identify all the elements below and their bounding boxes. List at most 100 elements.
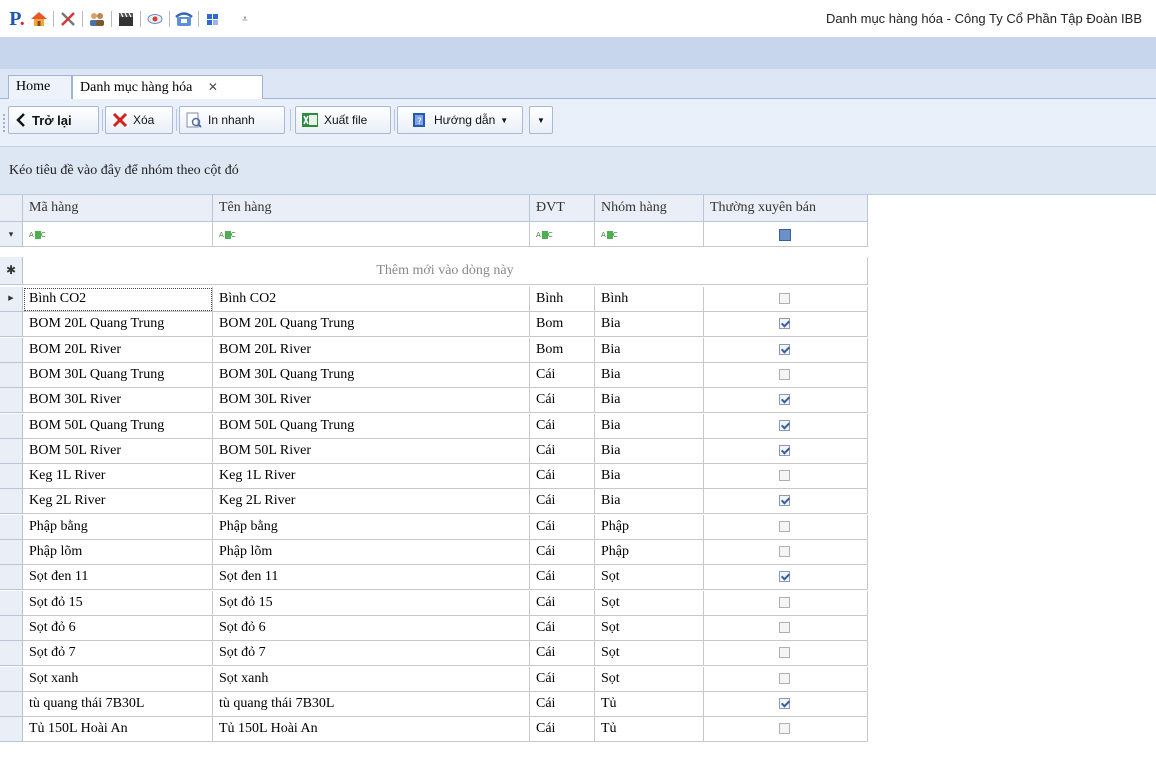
row-indicator[interactable]: [0, 388, 23, 414]
tab-home[interactable]: Home: [8, 75, 72, 99]
close-icon[interactable]: ✕: [208, 76, 218, 98]
row-indicator[interactable]: [0, 514, 23, 540]
cell-ma-hang[interactable]: Sọt đen 11: [23, 565, 213, 591]
row-indicator[interactable]: [0, 337, 23, 363]
cell-dvt[interactable]: Cái: [530, 362, 595, 388]
row-indicator[interactable]: [0, 438, 23, 464]
thuong-xuyen-ban-checkbox[interactable]: [779, 318, 790, 330]
cell-dvt[interactable]: Cái: [530, 388, 595, 414]
column-header-ten-hang[interactable]: Tên hàng: [213, 195, 530, 222]
filter-nhom-hang[interactable]: AC: [595, 222, 704, 247]
cell-dvt[interactable]: Cái: [530, 464, 595, 490]
windows-icon[interactable]: [202, 9, 224, 29]
column-header-dvt[interactable]: ĐVT: [530, 195, 595, 222]
new-row-prompt[interactable]: Thêm mới vào dòng này: [23, 257, 868, 285]
cell-nhom-hang[interactable]: Bia: [595, 438, 704, 464]
back-button[interactable]: Trở lại: [8, 106, 99, 134]
users-icon[interactable]: [86, 9, 108, 29]
cell-ten-hang[interactable]: Sọt xanh: [213, 666, 530, 692]
cell-nhom-hang[interactable]: Bia: [595, 388, 704, 414]
cell-ma-hang[interactable]: BOM 30L Quang Trung: [23, 362, 213, 388]
thuong-xuyen-ban-checkbox[interactable]: [779, 419, 790, 431]
delete-button[interactable]: Xóa: [105, 106, 173, 134]
cell-ma-hang[interactable]: Keg 1L River: [23, 464, 213, 490]
cell-dvt[interactable]: Bom: [530, 312, 595, 338]
cell-ten-hang[interactable]: BOM 30L River: [213, 388, 530, 414]
thuong-xuyen-ban-checkbox[interactable]: [779, 394, 790, 406]
row-indicator[interactable]: [0, 413, 23, 439]
thuong-xuyen-ban-checkbox[interactable]: [779, 596, 790, 608]
thuong-xuyen-ban-checkbox[interactable]: [779, 546, 790, 557]
cell-nhom-hang[interactable]: Sọt: [595, 641, 704, 667]
cell-nhom-hang[interactable]: Bia: [595, 312, 704, 338]
cell-dvt[interactable]: Cái: [530, 615, 595, 641]
tools-icon[interactable]: [57, 9, 79, 29]
cell-dvt[interactable]: Cái: [530, 666, 595, 692]
cell-ten-hang[interactable]: BOM 20L River: [213, 337, 530, 363]
cell-ma-hang[interactable]: Sọt đỏ 6: [23, 615, 213, 641]
thuong-xuyen-ban-checkbox[interactable]: [779, 444, 790, 456]
table-row[interactable]: BOM 30L Quang Trung BOM 30L Quang Trung Cá…: [0, 362, 868, 388]
thuong-xuyen-ban-checkbox[interactable]: [779, 723, 790, 735]
cell-ma-hang[interactable]: tù quang thái 7B30L: [23, 691, 213, 717]
thuong-xuyen-ban-checkbox[interactable]: [779, 571, 790, 583]
column-header-ma-hang[interactable]: Mã hàng: [23, 195, 213, 222]
cell-dvt[interactable]: Cái: [530, 489, 595, 515]
cell-nhom-hang[interactable]: Tủ: [595, 717, 704, 743]
table-row[interactable]: BOM 30L River BOM 30L River Cái Bia: [0, 388, 868, 414]
cell-ma-hang[interactable]: Bình CO2: [23, 287, 213, 312]
cell-ma-hang[interactable]: BOM 20L River: [23, 337, 213, 363]
row-indicator[interactable]: [0, 464, 23, 490]
cell-ten-hang[interactable]: BOM 20L Quang Trung: [213, 312, 530, 338]
thuong-xuyen-ban-checkbox[interactable]: [779, 343, 790, 355]
toolbar-grip-icon[interactable]: [2, 113, 6, 133]
row-indicator[interactable]: [0, 489, 23, 515]
cell-ma-hang[interactable]: Phập lõm: [23, 540, 213, 565]
filter-ma-hang[interactable]: AC: [23, 222, 213, 247]
table-row[interactable]: Sọt xanh Sọt xanh Cái Sọt: [0, 666, 868, 692]
cell-nhom-hang[interactable]: Bình: [595, 287, 704, 312]
thuong-xuyen-ban-checkbox[interactable]: [779, 470, 790, 482]
table-row[interactable]: BOM 50L Quang Trung BOM 50L Quang Trung Cá…: [0, 413, 868, 439]
row-indicator[interactable]: [0, 615, 23, 641]
row-indicator[interactable]: [0, 362, 23, 388]
app-logo[interactable]: P.: [6, 9, 28, 29]
filter-thuong-xuyen-ban[interactable]: [704, 222, 868, 247]
cell-dvt[interactable]: Bom: [530, 337, 595, 363]
cell-ten-hang[interactable]: BOM 50L River: [213, 438, 530, 464]
cell-dvt[interactable]: Cái: [530, 438, 595, 464]
customize-arrow-icon[interactable]: ⩡: [234, 9, 256, 29]
row-indicator[interactable]: [0, 590, 23, 616]
cell-nhom-hang[interactable]: Sọt: [595, 666, 704, 692]
cell-ten-hang[interactable]: Keg 2L River: [213, 489, 530, 515]
cell-dvt[interactable]: Cái: [530, 413, 595, 439]
filter-checkbox[interactable]: [779, 229, 791, 241]
row-indicator[interactable]: [0, 540, 23, 565]
cell-ma-hang[interactable]: Tủ 150L Hoài An: [23, 717, 213, 743]
table-row[interactable]: Sọt đỏ 6 Sọt đỏ 6 Cái Sọt: [0, 615, 868, 641]
cell-ma-hang[interactable]: Sọt đỏ 15: [23, 590, 213, 616]
cell-dvt[interactable]: Cái: [530, 565, 595, 591]
cell-ten-hang[interactable]: Tủ 150L Hoài An: [213, 717, 530, 743]
clapper-icon[interactable]: [115, 9, 137, 29]
phone-icon[interactable]: [173, 9, 195, 29]
cell-nhom-hang[interactable]: Bia: [595, 337, 704, 363]
cell-ten-hang[interactable]: Sọt đen 11: [213, 565, 530, 591]
cell-dvt[interactable]: Cái: [530, 514, 595, 540]
cell-ma-hang[interactable]: BOM 30L River: [23, 388, 213, 414]
row-indicator[interactable]: [0, 691, 23, 717]
current-row-arrow-icon[interactable]: ▶: [0, 287, 23, 312]
cell-ten-hang[interactable]: Phập lõm: [213, 540, 530, 565]
thuong-xuyen-ban-checkbox[interactable]: [779, 368, 790, 380]
cell-nhom-hang[interactable]: Phập: [595, 514, 704, 540]
cell-ten-hang[interactable]: tù quang thái 7B30L: [213, 691, 530, 717]
filter-dvt[interactable]: AC: [530, 222, 595, 247]
cell-nhom-hang[interactable]: Bia: [595, 489, 704, 515]
cell-dvt[interactable]: Cái: [530, 717, 595, 743]
cell-ten-hang[interactable]: BOM 50L Quang Trung: [213, 413, 530, 439]
cell-ma-hang[interactable]: Phập bằng: [23, 514, 213, 540]
table-row[interactable]: Sọt đỏ 15 Sọt đỏ 15 Cái Sọt: [0, 590, 868, 616]
cell-nhom-hang[interactable]: Bia: [595, 413, 704, 439]
eye-icon[interactable]: [144, 9, 166, 29]
cell-ten-hang[interactable]: Sọt đỏ 15: [213, 590, 530, 616]
